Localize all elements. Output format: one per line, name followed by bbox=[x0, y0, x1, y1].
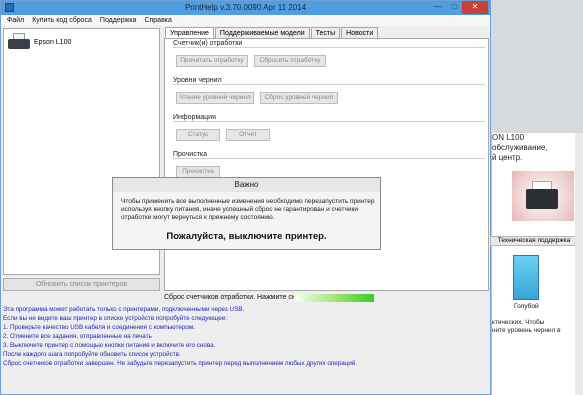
menu-bar: Файл Купить код сброса Поддержка Справка bbox=[1, 15, 490, 26]
progress-bar bbox=[294, 294, 374, 302]
side-header-line: обслуживание, bbox=[492, 143, 548, 152]
ink-bottle-icon bbox=[513, 255, 539, 300]
printer-photo bbox=[512, 171, 574, 221]
printer-icon bbox=[8, 33, 30, 51]
main-window: PrintHelp v.3.70.0090 Apr 11 2014 — □ ✕ … bbox=[0, 0, 491, 395]
device-name: Epson L100 bbox=[34, 38, 72, 46]
side-scrollbar[interactable] bbox=[575, 133, 583, 395]
dialog-message: Чтобы применить все выполненные изменени… bbox=[121, 198, 375, 221]
title-bar: PrintHelp v.3.70.0090 Apr 11 2014 — □ ✕ bbox=[1, 1, 490, 15]
tech-support-button[interactable]: Техническая поддержка bbox=[490, 236, 578, 246]
log-line: Сброс счетчиков отработки завершен. Не з… bbox=[3, 360, 358, 367]
reset-ink-levels-button[interactable]: Сброс уровней чернил bbox=[260, 92, 338, 104]
dialog-emphasis: Пожалуйста, выключите принтер. bbox=[166, 231, 327, 242]
side-header-line: й центр. bbox=[492, 153, 523, 162]
log-line: 2. Отмените все задания, отправленные на… bbox=[3, 333, 152, 340]
counters-group: Счетчик(и) отработки Прочитать отработку… bbox=[173, 40, 485, 77]
window-title: PrintHelp v.3.70.0090 Apr 11 2014 bbox=[184, 3, 307, 12]
side-note-line: ните уровень чернил в bbox=[492, 327, 561, 334]
ink-label: Голубой bbox=[514, 303, 539, 310]
reset-counters-button[interactable]: Сбросить отработку bbox=[254, 55, 326, 67]
tab-bar: Управление Поддерживаемые модели Тесты Н… bbox=[165, 27, 379, 38]
side-header-line: ON L100 bbox=[492, 133, 525, 142]
menu-help[interactable]: Справка bbox=[144, 15, 171, 26]
log-line: 3. Выключите принтер с помощью кнопки пи… bbox=[3, 342, 216, 349]
device-item[interactable]: Epson L100 bbox=[4, 29, 159, 55]
management-panel: Счетчик(и) отработки Прочитать отработку… bbox=[164, 38, 489, 291]
log-line: 1. Проверьте качество USB кабеля и соеди… bbox=[3, 324, 195, 331]
ink-levels-title: Уровни чернил bbox=[173, 77, 225, 84]
tab-tests[interactable]: Тесты bbox=[310, 27, 341, 38]
side-note-line: ктических. Чтобы bbox=[492, 319, 545, 326]
window-controls: — □ ✕ bbox=[430, 1, 488, 15]
read-counters-button[interactable]: Прочитать отработку bbox=[176, 55, 248, 67]
dialog-title: Важно bbox=[113, 178, 380, 192]
maximize-button[interactable]: □ bbox=[446, 1, 462, 14]
menu-buy-code[interactable]: Купить код сброса bbox=[32, 15, 92, 26]
info-group: Информация Статус Отчет bbox=[173, 114, 485, 151]
tab-news[interactable]: Новости bbox=[341, 27, 379, 38]
log-line: После каждого шага попробуйте обновить с… bbox=[3, 351, 181, 358]
refresh-printers-button[interactable]: Обновить список принтеров bbox=[3, 278, 160, 291]
report-button[interactable]: Отчет bbox=[226, 129, 270, 141]
close-button[interactable]: ✕ bbox=[462, 1, 488, 14]
log-line: Если вы не видите ваш принтер в списке у… bbox=[3, 315, 228, 322]
minimize-button[interactable]: — bbox=[430, 1, 446, 14]
tab-supported-models[interactable]: Поддерживаемые модели bbox=[214, 27, 310, 38]
side-header: ON L100 обслуживание, й центр. bbox=[492, 133, 582, 163]
important-dialog: Важно Чтобы применить все выполненные из… bbox=[112, 177, 381, 250]
counters-title: Счетчик(и) отработки bbox=[173, 40, 246, 47]
menu-file[interactable]: Файл bbox=[7, 15, 24, 26]
log-line: Эта программа может работать только с пр… bbox=[3, 306, 245, 313]
side-panel: ON L100 обслуживание, й центр. Техническ… bbox=[490, 133, 583, 395]
tab-management[interactable]: Управление bbox=[165, 27, 214, 38]
read-ink-levels-button[interactable]: Чтение уровней чернил bbox=[176, 92, 254, 104]
menu-support[interactable]: Поддержка bbox=[100, 15, 137, 26]
ink-levels-group: Уровни чернил Чтение уровней чернил Сбро… bbox=[173, 77, 485, 114]
cleaning-title: Прочистка bbox=[173, 151, 211, 158]
status-button[interactable]: Статус bbox=[176, 129, 220, 141]
info-title: Информация bbox=[173, 114, 219, 121]
app-icon bbox=[5, 3, 14, 12]
log-panel: Эта программа может работать только с пр… bbox=[3, 305, 490, 368]
side-note: ктических. Чтобы ните уровень чернил в bbox=[492, 319, 561, 335]
